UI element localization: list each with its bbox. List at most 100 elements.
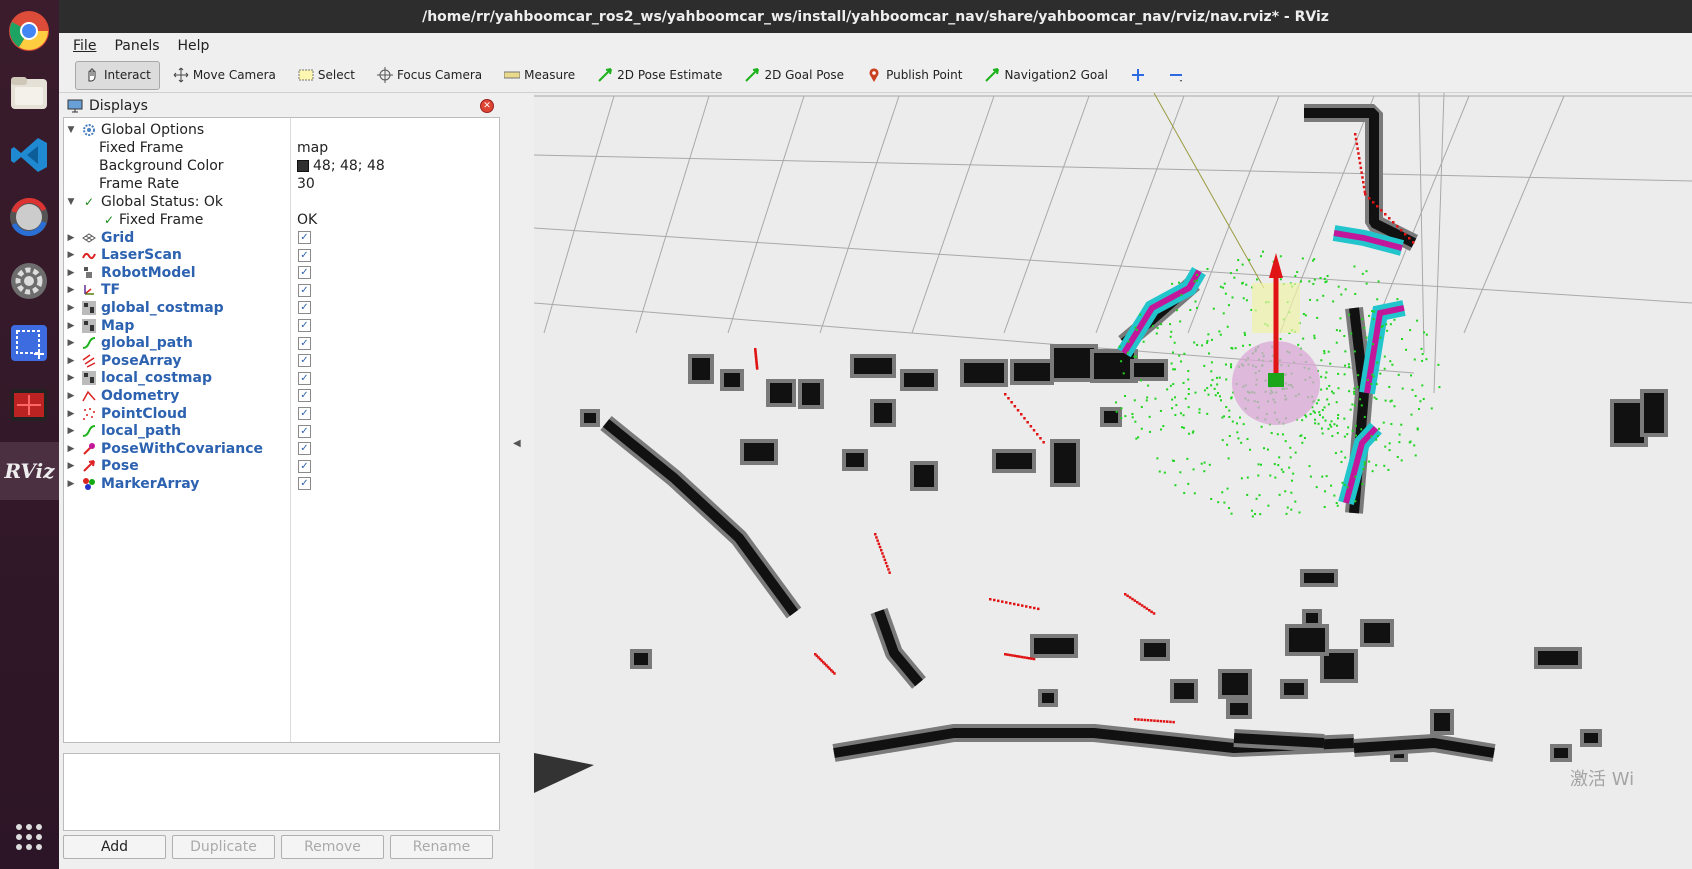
enabled-checkbox[interactable]: ✓ [298, 336, 311, 350]
expand-arrow-icon[interactable]: ▶ [66, 409, 76, 419]
enabled-checkbox[interactable]: ✓ [298, 389, 311, 403]
expand-arrow-icon[interactable]: ▼ [66, 125, 76, 135]
expand-arrow-icon[interactable]: ▶ [66, 321, 76, 331]
expand-arrow-icon[interactable]: ▶ [66, 479, 76, 489]
enabled-checkbox[interactable]: ✓ [298, 248, 311, 262]
enabled-checkbox[interactable]: ✓ [298, 319, 311, 332]
display-item-pointcloud[interactable]: ▶ PointCloud ✓ [64, 404, 499, 423]
expand-arrow-icon[interactable]: ▶ [66, 285, 76, 295]
enabled-checkbox[interactable]: ✓ [298, 459, 311, 473]
global-options-row[interactable]: ▼ Global Options [64, 120, 499, 139]
select-tool-button[interactable]: Select [289, 61, 364, 90]
panel-splitter[interactable]: ◀ [501, 93, 534, 869]
global-status-row[interactable]: ▼ ✓ Global Status: Ok [64, 192, 499, 211]
nav2-goal-tool-button[interactable]: Navigation2 Goal [975, 61, 1117, 90]
expand-arrow-icon[interactable]: ▶ [66, 233, 76, 243]
expand-arrow-icon[interactable]: ▶ [66, 373, 76, 383]
monitor-icon[interactable] [4, 380, 54, 430]
window-title: /home/rr/yahboomcar_ros2_ws/yahboomcar_w… [422, 8, 1329, 25]
files-icon[interactable] [4, 68, 54, 118]
settings-icon[interactable] [4, 256, 54, 306]
menu-file[interactable]: File [71, 38, 98, 54]
remove-button[interactable]: Remove [281, 835, 384, 859]
add-tool-button[interactable] [1121, 61, 1155, 90]
vscode-icon[interactable] [4, 130, 54, 180]
rviz-sync-icon[interactable] [4, 192, 54, 242]
rename-button[interactable]: Rename [390, 835, 493, 859]
enabled-checkbox[interactable]: ✓ [298, 354, 311, 368]
display-item-markerarray[interactable]: ▶ MarkerArray ✓ [64, 474, 499, 493]
display-item-map[interactable]: ▶ Map ✓ [64, 316, 499, 335]
expand-arrow-icon[interactable]: ▶ [66, 461, 76, 471]
expand-arrow-icon[interactable]: ▶ [66, 338, 76, 348]
map-obstacles [580, 104, 1668, 762]
display-item-robotmodel[interactable]: ▶ RobotModel ✓ [64, 263, 499, 282]
display-item-label: global_costmap [101, 299, 224, 316]
display-item-odometry[interactable]: ▶ Odometry ✓ [64, 386, 499, 405]
display-item-global-path[interactable]: ▶ global_path ✓ [64, 334, 499, 353]
display-item-global-costmap[interactable]: ▶ global_costmap ✓ [64, 298, 499, 317]
path-icon [82, 424, 96, 438]
display-item-posewithcovariance[interactable]: ▶ PoseWithCovariance ✓ [64, 439, 499, 458]
expand-arrow-icon[interactable]: ▶ [66, 356, 76, 366]
expand-arrow-icon[interactable]: ▼ [66, 197, 76, 207]
frame-rate-value[interactable]: 30 [297, 176, 315, 192]
menu-help[interactable]: Help [176, 38, 212, 54]
background-color-value[interactable]: 48; 48; 48 [297, 158, 385, 174]
expand-arrow-icon[interactable]: ▶ [66, 426, 76, 436]
display-item-label: global_path [101, 335, 193, 352]
display-item-grid[interactable]: ▶ Grid ✓ [64, 228, 499, 247]
publish-point-tool-button[interactable]: Publish Point [857, 61, 971, 90]
scene-canvas[interactable] [534, 93, 1692, 869]
display-item-laserscan[interactable]: ▶ LaserScan ✓ [64, 246, 499, 265]
pose-estimate-tool-button[interactable]: 2D Pose Estimate [588, 61, 731, 90]
app-grid-icon[interactable] [4, 812, 54, 862]
chrome-icon[interactable] [4, 6, 54, 56]
display-item-local-path[interactable]: ▶ local_path ✓ [64, 422, 499, 441]
display-item-label: Map [101, 317, 135, 334]
green-arrow-icon [985, 68, 1000, 82]
enabled-checkbox[interactable]: ✓ [298, 424, 311, 438]
move-camera-tool-button[interactable]: Move Camera [164, 61, 285, 90]
enabled-checkbox[interactable]: ✓ [298, 371, 311, 385]
fixed-frame-row[interactable]: Fixed Frame map [64, 138, 499, 157]
render-3d-view[interactable]: 激活 Wi [534, 93, 1692, 869]
display-item-local-costmap[interactable]: ▶ local_costmap ✓ [64, 369, 499, 388]
enabled-checkbox[interactable]: ✓ [298, 407, 311, 420]
rviz-icon[interactable]: RViz [0, 442, 59, 500]
expand-arrow-icon[interactable]: ▶ [66, 444, 76, 454]
fixed-frame-value[interactable]: map [297, 140, 328, 156]
frame-rate-row[interactable]: Frame Rate 30 [64, 174, 499, 193]
display-item-tf[interactable]: ▶ TF ✓ [64, 281, 499, 300]
screenshot-icon[interactable] [4, 318, 54, 368]
remove-tool-button[interactable] [1159, 61, 1193, 90]
goal-pose-tool-button[interactable]: 2D Goal Pose [735, 61, 853, 90]
measure-tool-button[interactable]: Measure [495, 61, 584, 90]
markerarray-icon [82, 477, 96, 491]
display-item-posearray[interactable]: ▶ PoseArray ✓ [64, 351, 499, 370]
status-fixed-frame-row[interactable]: ✓ Fixed Frame OK [64, 210, 499, 229]
expand-arrow-icon[interactable]: ▶ [66, 250, 76, 260]
close-panel-button[interactable]: ✕ [480, 99, 494, 113]
display-item-label: Odometry [101, 387, 180, 404]
enabled-checkbox[interactable]: ✓ [298, 301, 311, 315]
enabled-checkbox[interactable]: ✓ [298, 477, 311, 491]
collapse-arrow-icon[interactable]: ◀ [513, 438, 521, 449]
display-item-label: PoseWithCovariance [101, 440, 263, 457]
focus-camera-tool-button[interactable]: Focus Camera [368, 61, 491, 90]
expand-arrow-icon[interactable]: ▶ [66, 268, 76, 278]
expand-arrow-icon[interactable]: ▶ [66, 391, 76, 401]
enabled-checkbox[interactable]: ✓ [298, 442, 311, 456]
duplicate-button[interactable]: Duplicate [172, 835, 275, 859]
measure-label: Measure [524, 68, 576, 82]
enabled-checkbox[interactable]: ✓ [298, 266, 311, 280]
background-color-row[interactable]: Background Color 48; 48; 48 [64, 156, 499, 175]
enabled-checkbox[interactable]: ✓ [298, 283, 311, 297]
add-button[interactable]: Add [63, 835, 166, 859]
expand-arrow-icon[interactable]: ▶ [66, 303, 76, 313]
posearray-icon [82, 354, 96, 368]
menu-panels[interactable]: Panels [112, 38, 161, 54]
interact-tool-button[interactable]: Interact [75, 60, 160, 90]
enabled-checkbox[interactable]: ✓ [298, 231, 311, 244]
display-item-pose[interactable]: ▶ Pose ✓ [64, 457, 499, 476]
